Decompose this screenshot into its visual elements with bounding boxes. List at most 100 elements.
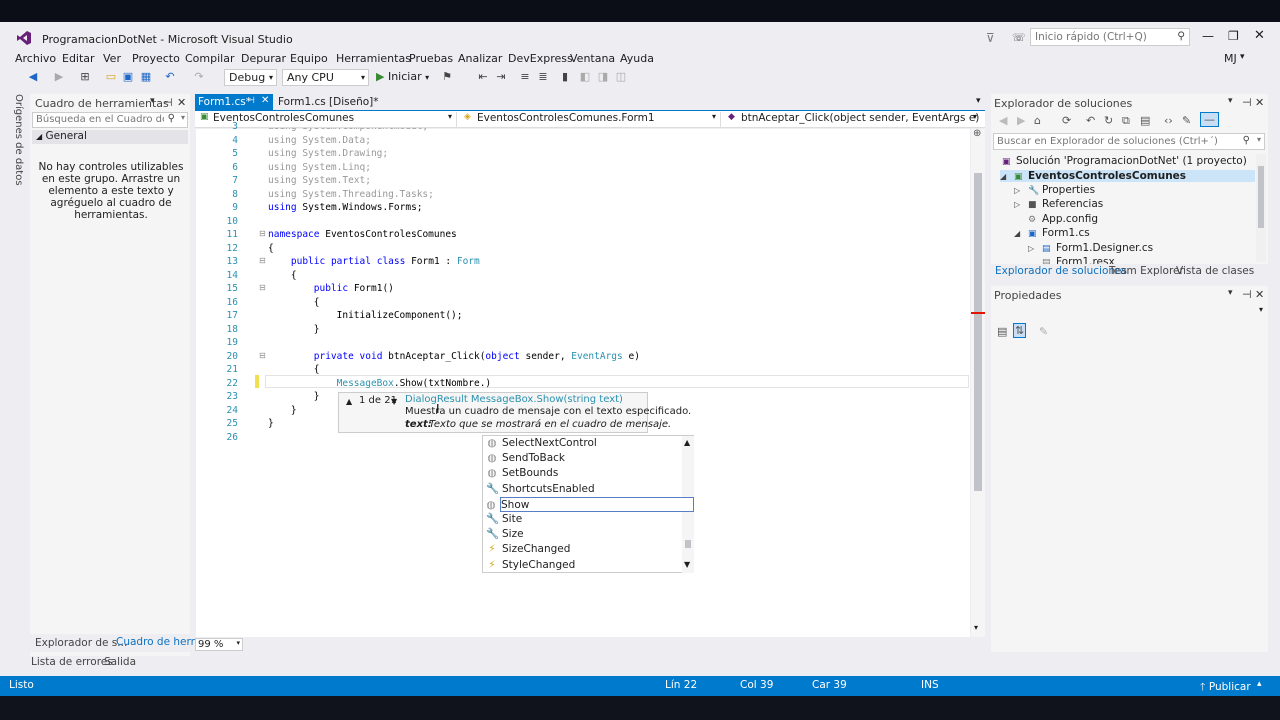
sync-icon[interactable]: ⟳	[1062, 114, 1071, 127]
refresh-icon[interactable]: ↻	[1104, 114, 1113, 127]
next-overload-icon[interactable]: ▼	[391, 396, 397, 408]
prev-bookmark-icon[interactable]: ◧	[578, 70, 592, 84]
toolbox-close-icon[interactable]: ✕	[177, 96, 186, 109]
history-icon[interactable]: ↶	[1086, 114, 1095, 127]
clear-bookmarks-icon[interactable]: ◫	[614, 70, 628, 84]
toolbox-group-general[interactable]: ◢ General	[32, 130, 188, 144]
tree-item[interactable]: ▤ Form1.resx	[1028, 256, 1115, 264]
step-icon[interactable]: ⇤	[476, 70, 490, 84]
open-file-icon[interactable]: ▭	[104, 70, 118, 84]
back-icon[interactable]: ◀	[999, 114, 1007, 127]
menu-devexpress[interactable]: DevExpress	[508, 52, 573, 65]
pin-icon[interactable]: ⊣	[1242, 96, 1252, 109]
menu-ayuda[interactable]: Ayuda	[620, 52, 654, 65]
scrollbar-thumb[interactable]	[974, 173, 982, 491]
menu-herramientas[interactable]: Herramientas	[336, 52, 411, 65]
tab-overflow-icon[interactable]: ▾	[976, 96, 981, 106]
categorized-icon[interactable]: ▤	[997, 325, 1007, 338]
tab-toolbox[interactable]: Cuadro de herr...	[116, 636, 204, 648]
tree-item[interactable]: ▷ ■ Referencias	[1014, 198, 1103, 210]
tab-output[interactable]: Salida	[104, 656, 136, 668]
user-chevron-icon[interactable]: ▾	[1240, 52, 1245, 62]
autocomplete-item[interactable]: ⚡ StyleChanged	[486, 558, 686, 573]
publish-button[interactable]: 🡑 Publicar	[1200, 679, 1251, 697]
menu-archivo[interactable]: Archivo	[15, 52, 56, 65]
property-pages-icon[interactable]: ✎	[1039, 325, 1048, 338]
toolbox-search-input[interactable]: Búsqueda en el Cuadro de her ⚲ ▾	[32, 112, 188, 128]
solution-scrollbar[interactable]	[1256, 154, 1266, 262]
collapse-icon[interactable]: ⊟	[259, 283, 266, 292]
prev-overload-icon[interactable]: ▲	[346, 396, 352, 408]
expander-icon[interactable]: ▷	[1028, 244, 1042, 253]
menu-analizar[interactable]: Analizar	[458, 52, 502, 65]
filter-icon[interactable]: ⊽	[986, 31, 995, 45]
split-icon[interactable]: ⊕	[973, 128, 981, 139]
autocomplete-item[interactable]: 🔧 ShortcutsEnabled	[486, 482, 686, 497]
expander-icon[interactable]: ▷	[1014, 200, 1028, 209]
pin-icon[interactable]: ⊣	[247, 96, 255, 106]
autocomplete-item[interactable]: ◍ SendToBack	[486, 451, 686, 466]
collapse-icon[interactable]: ⊟	[259, 229, 266, 238]
quick-launch-input[interactable]: Inicio rápido (Ctrl+Q) ⚲	[1030, 28, 1190, 46]
menu-editar[interactable]: Editar	[62, 52, 95, 65]
tree-item[interactable]: ◢ ▣ EventosControlesComunes	[1000, 170, 1255, 182]
autocomplete-item[interactable]: ⚡ SizeChanged	[486, 542, 686, 557]
tab-team-explorer[interactable]: Team Explorer	[1109, 265, 1184, 277]
back-icon[interactable]: ◀	[26, 70, 40, 84]
tab-error-list[interactable]: Lista de errores	[31, 656, 113, 668]
menu-equipo[interactable]: Equipo	[290, 52, 328, 65]
save-icon[interactable]: ▣	[121, 70, 135, 84]
pin-icon[interactable]: ⊣	[1242, 288, 1252, 301]
publish-dropdown-icon[interactable]: ▴	[1257, 679, 1262, 689]
debug-icon[interactable]: ⚑	[440, 70, 454, 84]
nav-class-select[interactable]: ◈ EventosControlesComunes.Form1 ▾	[461, 112, 721, 127]
menu-depurar[interactable]: Depurar	[241, 52, 286, 65]
collapse-icon[interactable]: ⊟	[259, 256, 266, 265]
nav-member-select[interactable]: ◆ btnAceptar_Click(object sender, EventAr…	[725, 112, 981, 127]
editor-tab-form1-cs[interactable]: Form1.cs* ⊣ ✕	[195, 94, 273, 110]
view-code-icon[interactable]: ‹›	[1164, 114, 1173, 127]
config-select[interactable]: Debug ▾	[224, 69, 277, 86]
tree-item[interactable]: ▣ Solución 'ProgramacionDotNet' (1 proyec…	[988, 155, 1247, 167]
next-bookmark-icon[interactable]: ◨	[596, 70, 610, 84]
properties-icon[interactable]: ✎	[1182, 114, 1191, 127]
start-button[interactable]: ▶ Iniciar ▾	[376, 70, 429, 83]
editor-tab-form1-design[interactable]: Form1.cs [Diseño]*	[278, 96, 379, 108]
panel-close-icon[interactable]: ✕	[1255, 96, 1264, 109]
menu-compilar[interactable]: Compilar	[185, 52, 234, 65]
new-project-icon[interactable]: ⊞	[78, 70, 92, 84]
uncomment-icon[interactable]: ≣	[536, 70, 550, 84]
properties-object-select[interactable]: ▾	[993, 305, 1266, 321]
bookmark-icon[interactable]: ▮	[558, 70, 572, 84]
panel-dropdown-icon[interactable]: ▾	[1228, 288, 1233, 298]
menu-ver[interactable]: Ver	[103, 52, 121, 65]
forward-icon[interactable]: ▶	[1017, 114, 1025, 127]
tree-item[interactable]: ⚙ App.config	[1014, 213, 1098, 225]
forward-icon[interactable]: ▶	[52, 70, 66, 84]
comment-icon[interactable]: ≡	[518, 70, 532, 84]
expander-icon[interactable]: ▷	[1014, 186, 1028, 195]
menu-pruebas[interactable]: Pruebas	[409, 52, 453, 65]
editor-scrollbar[interactable]: ⊕ ▾	[971, 128, 985, 637]
scroll-down-icon[interactable]: ▾	[974, 623, 978, 632]
menu-proyecto[interactable]: Proyecto	[132, 52, 180, 65]
close-window-button[interactable]: ✕	[1254, 28, 1265, 43]
autocomplete-item[interactable]: 🔧 Site	[486, 512, 686, 527]
menu-ventana[interactable]: Ventana	[570, 52, 615, 65]
scrollbar-thumb[interactable]	[1258, 166, 1264, 228]
solution-search-input[interactable]: Buscar en Explorador de soluciones (Ctrl…	[993, 133, 1265, 150]
expander-icon[interactable]: ◢	[1014, 229, 1028, 238]
redo-icon[interactable]: ↷	[192, 70, 206, 84]
autocomplete-item[interactable]: 🔧 Size	[486, 527, 686, 542]
datasources-vertical-tab[interactable]: Orígenes de datos	[10, 94, 26, 186]
tree-item[interactable]: ▷ 🔧 Properties	[1014, 184, 1095, 196]
indent-icon[interactable]: ⇥	[494, 70, 508, 84]
zoom-select[interactable]: 99 % ▾	[195, 638, 243, 651]
tab-solution-explorer-short[interactable]: Explorador de s...	[35, 637, 127, 649]
toolbox-dropdown-icon[interactable]: ▾	[150, 96, 155, 106]
panel-close-icon[interactable]: ✕	[1255, 288, 1264, 301]
user-initials[interactable]: MJ	[1224, 52, 1237, 65]
minimize-button[interactable]: —	[1202, 29, 1214, 43]
autocomplete-item[interactable]: ◍ SetBounds	[486, 466, 686, 481]
tab-class-view[interactable]: Vista de clases	[1176, 265, 1254, 277]
